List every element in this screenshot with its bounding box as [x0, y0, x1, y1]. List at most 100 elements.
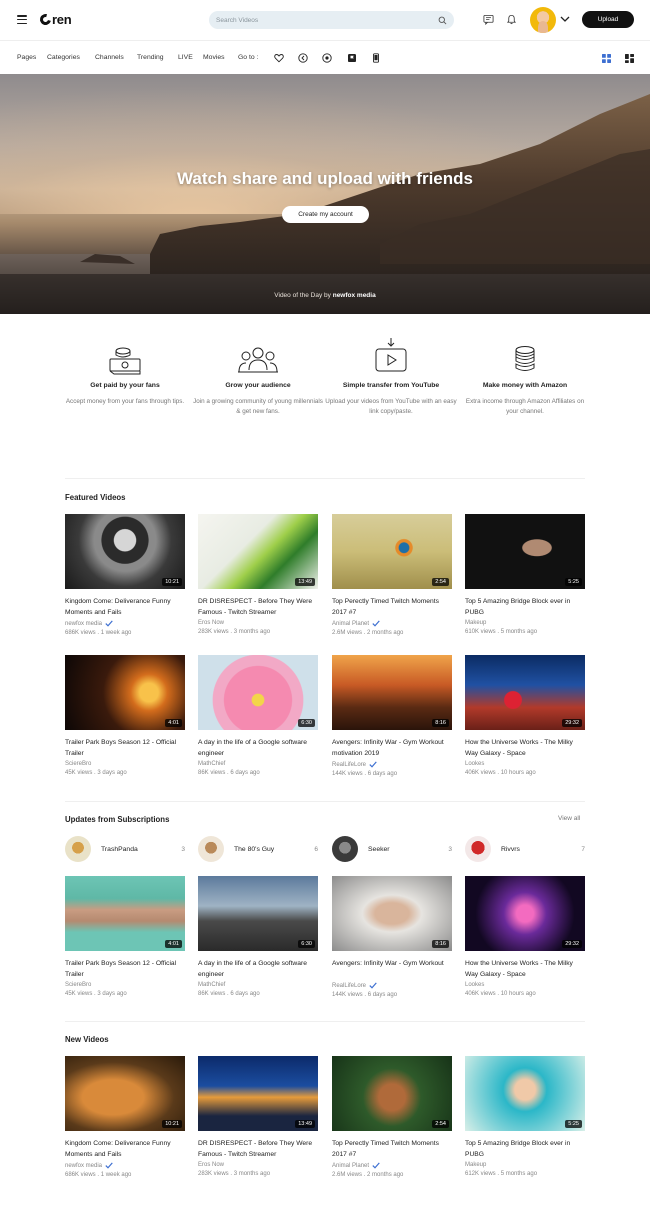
video-thumbnail[interactable]: 29:32: [465, 876, 585, 951]
video-title[interactable]: DR DISRESPECT - Before They Were Famous …: [198, 1139, 318, 1160]
subscription-channel[interactable]: TrashPanda 3: [65, 836, 185, 862]
subscription-channel[interactable]: The 80's Guy 6: [198, 836, 318, 862]
channel-avatar[interactable]: [332, 836, 358, 862]
video-thumbnail[interactable]: 5:25: [465, 514, 585, 589]
video-card[interactable]: 13:49 DR DISRESPECT - Before They Were Fa…: [198, 514, 318, 635]
flag-square-icon[interactable]: [347, 53, 357, 63]
channel-name[interactable]: TrashPanda: [101, 846, 181, 853]
chevron-down-icon[interactable]: [560, 14, 570, 24]
video-card[interactable]: 6:30 A day in the life of a Google softwa…: [198, 655, 318, 776]
video-title[interactable]: Trailer Park Boys Season 12 - Official T…: [65, 738, 185, 759]
channel-avatar[interactable]: [65, 836, 91, 862]
nav-item-pages[interactable]: Pages: [17, 54, 36, 61]
subscription-channel[interactable]: Rivvrs 7: [465, 836, 585, 862]
channel-name[interactable]: Animal Planet: [332, 1163, 369, 1169]
channel-name[interactable]: RealLifeLore: [332, 762, 366, 768]
search-icon[interactable]: [438, 16, 447, 25]
channel-avatar[interactable]: [198, 836, 224, 862]
video-title[interactable]: Avengers: Infinity War - Gym Workout: [332, 959, 452, 980]
video-thumbnail[interactable]: 6:30: [198, 876, 318, 951]
video-thumbnail[interactable]: 13:49: [198, 514, 318, 589]
video-title[interactable]: Top 5 Amazing Bridge Block ever in PUBG: [465, 597, 585, 618]
channel-name[interactable]: Lookes: [465, 982, 484, 988]
video-thumbnail[interactable]: 4:01: [65, 876, 185, 951]
nav-item-movies[interactable]: Movies: [203, 54, 225, 61]
menu-icon[interactable]: [17, 15, 27, 25]
video-title[interactable]: A day in the life of a Google software e…: [198, 959, 318, 980]
channel-name[interactable]: MathChief: [198, 761, 225, 767]
video-thumbnail[interactable]: 10:21: [65, 514, 185, 589]
video-title[interactable]: Top Perectly Timed Twitch Moments 2017 #…: [332, 597, 452, 618]
video-title[interactable]: How the Universe Works - The Milky Way G…: [465, 959, 585, 980]
video-title[interactable]: Avengers: Infinity War - Gym Workout mot…: [332, 738, 452, 759]
heart-icon[interactable]: [274, 53, 284, 63]
nav-item-trending[interactable]: Trending: [137, 54, 164, 61]
mobile-icon[interactable]: [371, 53, 381, 63]
video-thumbnail[interactable]: 5:25: [465, 1056, 585, 1131]
logo[interactable]: ren: [37, 11, 72, 28]
video-thumbnail[interactable]: 10:21: [65, 1056, 185, 1131]
video-thumbnail[interactable]: 2:54: [332, 1056, 452, 1131]
video-title[interactable]: A day in the life of a Google software e…: [198, 738, 318, 759]
video-card[interactable]: 5:25 Top 5 Amazing Bridge Block ever in P…: [465, 1056, 585, 1177]
video-card[interactable]: 4:01 Trailer Park Boys Season 12 - Offici…: [65, 655, 185, 776]
view-all-link[interactable]: View all: [558, 815, 580, 822]
video-title[interactable]: DR DISRESPECT - Before They Were Famous …: [198, 597, 318, 618]
channel-name[interactable]: newfox media: [65, 621, 102, 627]
search-bar[interactable]: [209, 11, 454, 29]
channel-name[interactable]: Makeup: [465, 1162, 486, 1168]
channel-name[interactable]: MathChief: [198, 982, 225, 988]
previous-icon[interactable]: [298, 53, 308, 63]
create-account-button[interactable]: Create my account: [282, 206, 369, 223]
video-title[interactable]: Trailer Park Boys Season 12 - Official T…: [65, 959, 185, 980]
credit-channel-link[interactable]: newfox media: [333, 292, 376, 299]
channel-name[interactable]: Makeup: [465, 620, 486, 626]
channel-name[interactable]: newfox media: [65, 1163, 102, 1169]
video-card[interactable]: 5:25 Top 5 Amazing Bridge Block ever in P…: [465, 514, 585, 635]
video-thumbnail[interactable]: 2:54: [332, 514, 452, 589]
video-title[interactable]: Top 5 Amazing Bridge Block ever in PUBG: [465, 1139, 585, 1160]
nav-item-channels[interactable]: Channels: [95, 54, 124, 61]
channel-name[interactable]: The 80's Guy: [234, 846, 314, 853]
video-card[interactable]: 29:32 How the Universe Works - The Milky …: [465, 876, 585, 997]
video-thumbnail[interactable]: 8:16: [332, 655, 452, 730]
video-thumbnail[interactable]: 13:49: [198, 1056, 318, 1131]
video-thumbnail[interactable]: 4:01: [65, 655, 185, 730]
channel-name[interactable]: Rivvrs: [501, 846, 581, 853]
video-card[interactable]: 2:54 Top Perectly Timed Twitch Moments 20…: [332, 514, 452, 636]
video-title[interactable]: Top Perectly Timed Twitch Moments 2017 #…: [332, 1139, 452, 1160]
channel-name[interactable]: Lookes: [465, 761, 484, 767]
channel-name[interactable]: Animal Planet: [332, 621, 369, 627]
video-title[interactable]: Kingdom Come: Deliverance Funny Moments …: [65, 597, 185, 618]
channel-name[interactable]: SciereBro: [65, 761, 91, 767]
video-card[interactable]: 8:16 Avengers: Infinity War - Gym Workout…: [332, 876, 452, 998]
record-icon[interactable]: [322, 53, 332, 63]
dashboard-view-icon[interactable]: [625, 54, 634, 63]
channel-name[interactable]: RealLifeLore: [332, 983, 366, 989]
video-title[interactable]: Kingdom Come: Deliverance Funny Moments …: [65, 1139, 185, 1160]
video-card[interactable]: 29:32 How the Universe Works - The Milky …: [465, 655, 585, 776]
subscription-channel[interactable]: Seeker 3: [332, 836, 452, 862]
upload-button[interactable]: Upload: [582, 11, 634, 28]
channel-name[interactable]: Seeker: [368, 846, 448, 853]
video-card[interactable]: 13:49 DR DISRESPECT - Before They Were Fa…: [198, 1056, 318, 1177]
search-input[interactable]: [216, 16, 438, 24]
channel-avatar[interactable]: [465, 836, 491, 862]
nav-item-categories[interactable]: Categories: [47, 54, 80, 61]
channel-name[interactable]: Eros Now: [198, 620, 224, 626]
video-title[interactable]: How the Universe Works - The Milky Way G…: [465, 738, 585, 759]
video-card[interactable]: 2:54 Top Perectly Timed Twitch Moments 20…: [332, 1056, 452, 1178]
notification-bell-icon[interactable]: [506, 14, 517, 25]
video-thumbnail[interactable]: 8:16: [332, 876, 452, 951]
video-card[interactable]: 10:21 Kingdom Come: Deliverance Funny Mom…: [65, 514, 185, 636]
video-thumbnail[interactable]: 6:30: [198, 655, 318, 730]
nav-item-live[interactable]: LIVE: [178, 54, 193, 61]
grid-view-icon[interactable]: [602, 54, 611, 63]
video-card[interactable]: 4:01 Trailer Park Boys Season 12 - Offici…: [65, 876, 185, 997]
video-thumbnail[interactable]: 29:32: [465, 655, 585, 730]
video-card[interactable]: 8:16 Avengers: Infinity War - Gym Workout…: [332, 655, 452, 777]
video-card[interactable]: 6:30 A day in the life of a Google softwa…: [198, 876, 318, 997]
user-avatar[interactable]: [530, 7, 556, 33]
channel-name[interactable]: Eros Now: [198, 1162, 224, 1168]
messages-icon[interactable]: [483, 14, 494, 25]
